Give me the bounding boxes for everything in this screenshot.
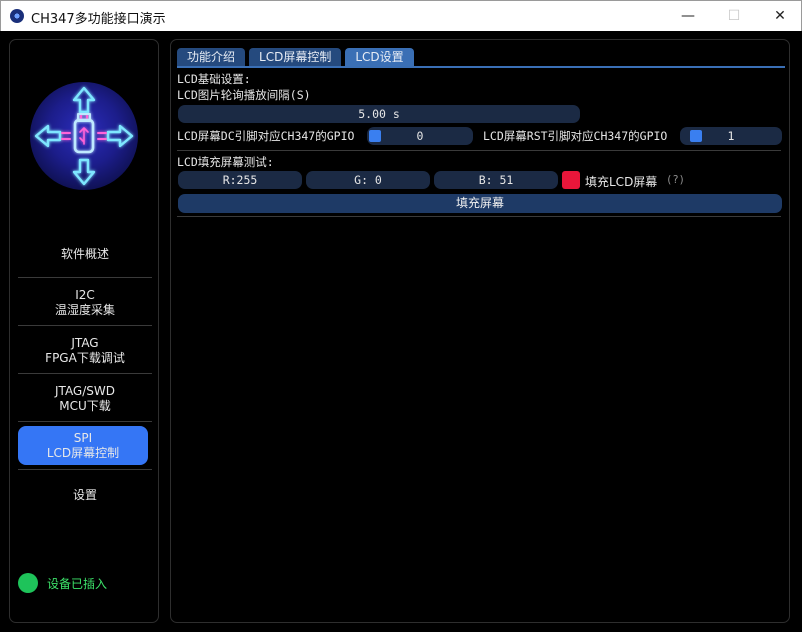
poll-interval-label: LCD图片轮询播放间隔(S) (177, 88, 311, 102)
fill-screen-button[interactable]: 填充屏幕 (178, 194, 782, 213)
sidebar-item-i2c[interactable]: I2C 温湿度采集 (18, 284, 152, 322)
blue-slider[interactable]: B: 51 (434, 171, 558, 189)
red-slider[interactable]: R:255 (178, 171, 302, 189)
sidebar-item-sublabel: MCU下载 (59, 399, 111, 413)
basic-settings-heading: LCD基础设置: (177, 72, 251, 86)
tab-underline (177, 66, 785, 68)
status-indicator-icon (18, 573, 38, 593)
sidebar-item-label: 设置 (72, 487, 97, 502)
tab-lcd-settings[interactable]: LCD设置 (345, 48, 414, 66)
sidebar-item-label: JTAG/SWD (55, 384, 115, 398)
sidebar-divider (18, 277, 152, 278)
close-button[interactable]: ✕ (757, 1, 802, 31)
poll-interval-slider[interactable]: 5.00 s (178, 105, 580, 123)
window-title: CH347多功能接口演示 (31, 12, 166, 27)
sidebar-item-overview[interactable]: 软件概述 (18, 239, 152, 269)
sidebar-divider (18, 421, 152, 422)
sidebar-item-label: JTAG (71, 336, 99, 350)
sidebar-item-label: SPI (73, 430, 93, 445)
fill-test-heading: LCD填充屏幕测试: (177, 155, 274, 169)
sidebar-item-jtag-fpga[interactable]: JTAG FPGA下载调试 (18, 332, 152, 370)
sidebar-divider (18, 325, 152, 326)
sidebar-item-sublabel: 温湿度采集 (54, 303, 115, 317)
slider-thumb[interactable] (369, 130, 381, 142)
usb-arrows-logo-icon (30, 82, 138, 190)
sidebar-item-sublabel: LCD屏幕控制 (46, 445, 120, 460)
rst-pin-slider[interactable]: 1 (680, 127, 782, 145)
dc-pin-label: LCD屏幕DC引脚对应CH347的GPIO (177, 129, 355, 143)
sidebar-item-label: 软件概述 (60, 246, 109, 261)
sidebar-item-settings[interactable]: 设置 (18, 480, 152, 510)
sidebar-item-spi-lcd[interactable]: SPI LCD屏幕控制 (18, 426, 148, 465)
sidebar-item-label: I2C (75, 288, 95, 302)
maximize-button[interactable]: ☐ (711, 1, 757, 31)
tab-bar: 功能介绍 LCD屏幕控制 LCD设置 (177, 48, 418, 66)
tab-lcd-control[interactable]: LCD屏幕控制 (249, 48, 342, 66)
rst-pin-label: LCD屏幕RST引脚对应CH347的GPIO (483, 129, 668, 143)
dc-pin-slider[interactable]: 0 (367, 127, 473, 145)
minimize-button[interactable]: — (665, 1, 711, 31)
tab-intro[interactable]: 功能介绍 (177, 48, 246, 66)
main-panel: 功能介绍 LCD屏幕控制 LCD设置 LCD基础设置: LCD图片轮询播放间隔(… (170, 39, 790, 623)
device-status: 设备已插入 (18, 572, 107, 594)
help-marker[interactable]: (?) (666, 174, 685, 186)
sidebar: 软件概述 I2C 温湿度采集 JTAG FPGA下载调试 JTAG/SWD MC… (9, 39, 159, 623)
sidebar-item-jtag-swd[interactable]: JTAG/SWD MCU下载 (18, 380, 152, 418)
sidebar-divider (18, 469, 152, 470)
fill-color-swatch[interactable] (562, 171, 580, 189)
fill-color-label: 填充LCD屏幕 (585, 175, 658, 189)
sidebar-divider (18, 373, 152, 374)
sidebar-item-sublabel: FPGA下载调试 (45, 351, 125, 365)
status-label: 设备已插入 (47, 576, 108, 591)
dc-pin-value: 0 (416, 129, 424, 143)
title-bar: CH347多功能接口演示 — ☐ ✕ (0, 0, 802, 31)
slider-thumb[interactable] (690, 130, 702, 142)
section-divider (177, 216, 781, 217)
section-divider (177, 150, 781, 151)
rst-pin-value: 1 (727, 129, 735, 143)
app-icon (10, 9, 24, 23)
green-slider[interactable]: G: 0 (306, 171, 430, 189)
